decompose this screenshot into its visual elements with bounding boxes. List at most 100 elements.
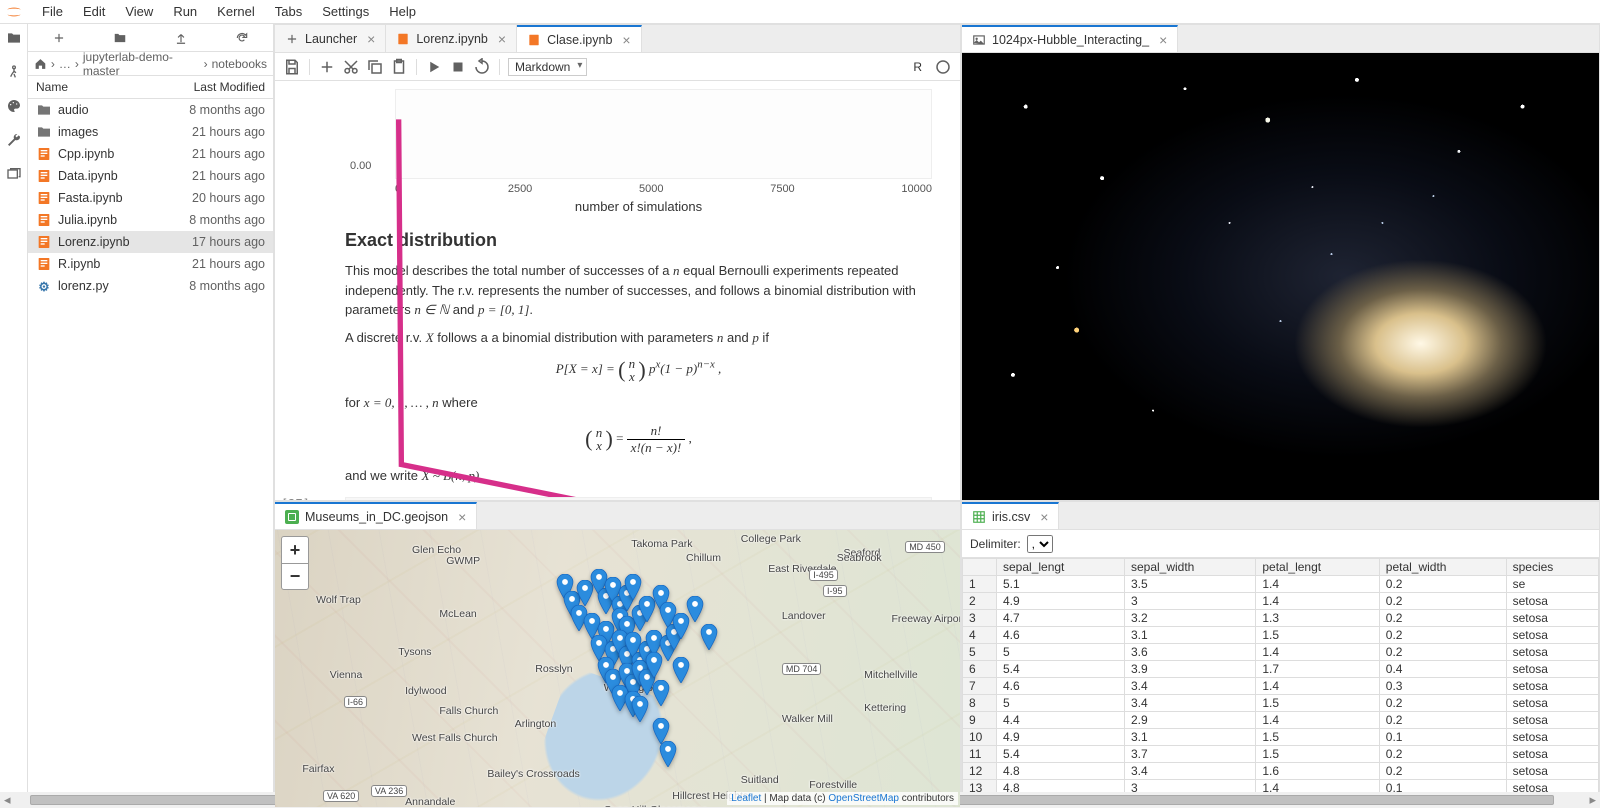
map-pin[interactable] — [659, 741, 677, 767]
wrench-icon[interactable] — [6, 132, 22, 148]
close-icon[interactable]: × — [498, 32, 506, 46]
kernel-status-icon — [934, 58, 952, 76]
tabs-icon[interactable] — [6, 166, 22, 182]
map-label: Takoma Park — [631, 538, 692, 550]
palette-icon[interactable] — [6, 98, 22, 114]
add-cell-button[interactable] — [318, 58, 336, 76]
cell-prompt: [27]: — [281, 497, 317, 500]
menu-kernel[interactable]: Kernel — [207, 2, 265, 21]
map-label: Chillum — [686, 552, 721, 564]
breadcrumb[interactable]: ›…› jupyterlab-demo-master› notebooks — [28, 52, 273, 76]
file-row[interactable]: audio8 months ago — [28, 99, 273, 121]
tab-csv[interactable]: iris.csv × — [962, 502, 1059, 529]
table-row[interactable]: 44.63.11.50.2setosa — [963, 627, 1599, 644]
table-row[interactable]: 104.93.11.50.1setosa — [963, 729, 1599, 746]
image-viewport[interactable] — [962, 53, 1599, 500]
cut-button[interactable] — [342, 58, 360, 76]
code-cell[interactable]: [27]: x1 <- 0:n_children df6 <- data.fra… — [275, 497, 932, 500]
menu-edit[interactable]: Edit — [73, 2, 115, 21]
file-row[interactable]: Fasta.ipynb20 hours ago — [28, 187, 273, 209]
map-label: Falls Church — [439, 705, 498, 717]
save-button[interactable] — [283, 58, 301, 76]
close-icon[interactable]: × — [1040, 510, 1048, 524]
col-header[interactable]: petal_lengt — [1256, 559, 1379, 576]
osm-link[interactable]: OpenStreetMap — [828, 793, 899, 804]
table-row[interactable]: 15.13.51.40.2se — [963, 576, 1599, 593]
map-pin[interactable] — [631, 696, 649, 722]
file-list-header[interactable]: Name Last Modified — [28, 76, 273, 99]
delimiter-select[interactable]: , — [1027, 535, 1053, 553]
map-pin[interactable] — [645, 652, 663, 678]
run-button[interactable] — [425, 58, 443, 76]
crumb-segment[interactable]: notebooks — [212, 57, 267, 71]
new-folder-button[interactable] — [113, 31, 127, 45]
refresh-button[interactable] — [235, 31, 249, 45]
map-pin[interactable] — [672, 657, 690, 683]
celltype-select[interactable]: Markdown — [508, 58, 587, 76]
file-row[interactable]: Data.ipynb21 hours ago — [28, 165, 273, 187]
menu-run[interactable]: Run — [163, 2, 207, 21]
menu-settings[interactable]: Settings — [312, 2, 379, 21]
new-launcher-button[interactable] — [52, 31, 66, 45]
image-panel: 1024px-Hubble_Interacting_ × ◂ ▸ — [961, 24, 1600, 501]
file-row[interactable]: Julia.ipynb8 months ago — [28, 209, 273, 231]
map-label: Kettering — [864, 702, 906, 714]
home-icon[interactable] — [34, 57, 47, 71]
map-pin[interactable] — [700, 624, 718, 650]
close-icon[interactable]: × — [367, 32, 375, 46]
paste-button[interactable] — [390, 58, 408, 76]
csv-scroll[interactable]: sepal_lengtsepal_widthpetal_lengtpetal_w… — [962, 558, 1599, 807]
tab-lorenz-ipynb[interactable]: Lorenz.ipynb× — [386, 25, 517, 52]
kernel-name[interactable]: R — [913, 60, 922, 74]
close-icon[interactable]: × — [458, 510, 466, 524]
file-row[interactable]: R.ipynb21 hours ago — [28, 253, 273, 275]
folder-icon[interactable] — [6, 30, 22, 46]
nb-icon — [396, 32, 410, 46]
col-header[interactable]: sepal_lengt — [997, 559, 1125, 576]
close-icon[interactable]: × — [622, 33, 630, 47]
file-row[interactable]: Lorenz.ipynb17 hours ago — [28, 231, 273, 253]
table-row[interactable]: 94.42.91.40.2setosa — [963, 712, 1599, 729]
crumb-segment[interactable]: jupyterlab-demo-master — [83, 50, 200, 78]
tab-image[interactable]: 1024px-Hubble_Interacting_ × — [962, 25, 1178, 52]
restart-button[interactable] — [473, 58, 491, 76]
file-browser-toolbar — [28, 24, 273, 52]
tab-launcher[interactable]: Launcher× — [275, 25, 386, 52]
upload-button[interactable] — [174, 31, 188, 45]
menu-view[interactable]: View — [115, 2, 163, 21]
table-row[interactable]: 853.41.50.2setosa — [963, 695, 1599, 712]
leaflet-link[interactable]: Leaflet — [731, 793, 761, 804]
zoom-in-button[interactable]: + — [282, 537, 308, 563]
table-row[interactable]: 74.63.41.40.3setosa — [963, 678, 1599, 695]
col-header[interactable]: sepal_width — [1124, 559, 1255, 576]
col-header[interactable]: petal_width — [1379, 559, 1506, 576]
menu-help[interactable]: Help — [379, 2, 426, 21]
road-badge: I-95 — [823, 585, 847, 597]
col-header[interactable]: species — [1506, 559, 1598, 576]
stop-button[interactable] — [449, 58, 467, 76]
code-content[interactable]: x1 <- 0:n_children df6 <- data.frame(x =… — [345, 497, 932, 500]
file-row[interactable]: Cpp.ipynb21 hours ago — [28, 143, 273, 165]
map-pin[interactable] — [652, 680, 670, 706]
file-row[interactable]: images21 hours ago — [28, 121, 273, 143]
running-icon[interactable] — [6, 64, 22, 80]
table-row[interactable]: 124.83.41.60.2setosa — [963, 763, 1599, 780]
map-label: Tysons — [398, 646, 431, 658]
zoom-out-button[interactable]: − — [282, 563, 308, 589]
map-viewport[interactable]: Wolf TrapMcLeanTysonsViennaIdylwoodFalls… — [275, 530, 960, 807]
table-row[interactable]: 65.43.91.70.4setosa — [963, 661, 1599, 678]
file-row[interactable]: ⚙lorenz.py8 months ago — [28, 275, 273, 297]
close-icon[interactable]: × — [1159, 33, 1167, 47]
menu-file[interactable]: File — [32, 2, 73, 21]
table-row[interactable]: 34.73.21.30.2setosa — [963, 610, 1599, 627]
tab-geojson[interactable]: Museums_in_DC.geojson × — [275, 502, 477, 529]
table-row[interactable]: 24.931.40.2setosa — [963, 593, 1599, 610]
table-row[interactable]: 553.61.40.2setosa — [963, 644, 1599, 661]
tab-clase-ipynb[interactable]: Clase.ipynb× — [517, 25, 642, 52]
table-row[interactable]: 115.43.71.50.2setosa — [963, 746, 1599, 763]
notebook-scroll[interactable]: 0.00 025005000750010000 number of simula… — [275, 81, 960, 500]
map-label: Landover — [782, 610, 826, 622]
map-pin[interactable] — [686, 596, 704, 622]
menu-tabs[interactable]: Tabs — [265, 2, 312, 21]
copy-button[interactable] — [366, 58, 384, 76]
